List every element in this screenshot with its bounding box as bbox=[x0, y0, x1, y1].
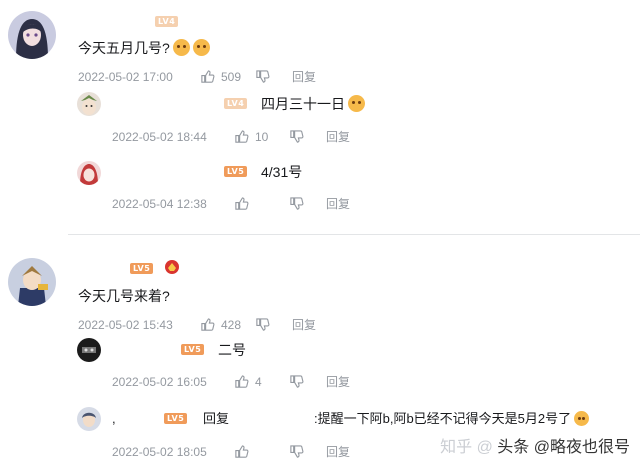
reply-text: :提醒一下阿b,阿b已经不记得今天是5月2号了 bbox=[314, 411, 572, 426]
thumbs-up-icon bbox=[235, 375, 249, 388]
timestamp: 2022-05-02 18:05 bbox=[112, 444, 207, 459]
cat-emoji-icon bbox=[192, 39, 210, 56]
like-button[interactable] bbox=[200, 69, 215, 84]
reply-button[interactable]: 回复 bbox=[292, 68, 316, 85]
avatar[interactable] bbox=[8, 258, 56, 306]
dislike-button[interactable] bbox=[289, 374, 304, 389]
like-button[interactable] bbox=[234, 444, 249, 459]
reply-text: 4/31号 bbox=[261, 164, 303, 180]
watermark-text: 头条 @略夜也很号 bbox=[497, 439, 630, 456]
thumbs-up-icon bbox=[235, 445, 249, 458]
dog-emoji-icon bbox=[348, 95, 365, 112]
dislike-button[interactable] bbox=[289, 196, 304, 211]
level-badge: LV4 bbox=[155, 16, 179, 27]
watermark-faint: 知乎 @ bbox=[440, 439, 493, 456]
timestamp: 2022-05-04 12:38 bbox=[112, 196, 207, 211]
avatar[interactable] bbox=[77, 338, 101, 362]
reply-button[interactable]: 回复 bbox=[326, 443, 350, 460]
like-count: 509 bbox=[221, 69, 242, 84]
reply-content: 4/31号 bbox=[261, 163, 302, 181]
like-button[interactable] bbox=[200, 317, 215, 332]
like-button[interactable] bbox=[234, 374, 249, 389]
timestamp: 2022-05-02 15:43 bbox=[78, 317, 173, 332]
like-button[interactable] bbox=[234, 196, 249, 211]
avatar[interactable] bbox=[77, 161, 101, 185]
thumbs-down-icon bbox=[290, 197, 304, 210]
like-count: 4 bbox=[255, 374, 262, 389]
reply-prefix: , bbox=[112, 411, 116, 426]
level-badge: LV5 bbox=[224, 166, 248, 177]
facepalm-emoji-icon bbox=[574, 411, 590, 426]
comment-content: 今天几号来着? bbox=[78, 287, 170, 305]
reply-text: 二号 bbox=[218, 342, 246, 358]
level-badge: LV5 bbox=[164, 413, 188, 424]
reply-content: :提醒一下阿b,阿b已经不记得今天是5月2号了 bbox=[314, 410, 590, 428]
thumbs-down-icon bbox=[290, 130, 304, 143]
reply-content: , bbox=[112, 410, 116, 428]
comment-text: 今天几号来着? bbox=[78, 288, 170, 304]
level-badge: LV4 bbox=[224, 98, 248, 109]
reply-button[interactable]: 回复 bbox=[326, 128, 350, 145]
dislike-button[interactable] bbox=[255, 317, 270, 332]
thumbs-down-icon bbox=[290, 445, 304, 458]
reply-meta: 2022-05-04 12:38 回复 bbox=[112, 195, 350, 212]
comment-content: 今天五月几号? bbox=[78, 39, 210, 57]
like-button[interactable] bbox=[234, 129, 249, 144]
timestamp: 2022-05-02 17:00 bbox=[78, 69, 173, 84]
thumbs-down-icon bbox=[256, 70, 270, 83]
level-badge: LV5 bbox=[130, 263, 154, 274]
watermark: 知乎 @ 头条 @略夜也很号 bbox=[440, 433, 630, 457]
level-badge: LV5 bbox=[181, 344, 205, 355]
thumbs-up-icon bbox=[235, 197, 249, 210]
avatar[interactable] bbox=[77, 92, 101, 116]
thumbs-up-icon bbox=[201, 318, 215, 331]
timestamp: 2022-05-02 16:05 bbox=[112, 374, 207, 389]
avatar[interactable] bbox=[8, 11, 56, 59]
comment-meta: 2022-05-02 15:43 428 回复 bbox=[78, 316, 316, 333]
reply-content: 二号 bbox=[218, 341, 246, 359]
reply-content: 四月三十一日 bbox=[261, 95, 365, 113]
reply-button[interactable]: 回复 bbox=[326, 195, 350, 212]
thumbs-down-icon bbox=[256, 318, 270, 331]
comment-divider bbox=[68, 234, 640, 235]
comment-text: 今天五月几号? bbox=[78, 40, 170, 56]
reply-button[interactable]: 回复 bbox=[292, 316, 316, 333]
dislike-button[interactable] bbox=[289, 129, 304, 144]
avatar[interactable] bbox=[77, 407, 101, 431]
reply-button[interactable]: 回复 bbox=[326, 373, 350, 390]
reply-meta: 2022-05-02 18:44 10 回复 bbox=[112, 128, 350, 145]
like-count: 10 bbox=[255, 129, 269, 144]
thumbs-up-icon bbox=[235, 130, 249, 143]
reply-text: 四月三十一日 bbox=[261, 96, 345, 112]
comment-meta: 2022-05-02 17:00 509 回复 bbox=[78, 68, 316, 85]
dislike-button[interactable] bbox=[289, 444, 304, 459]
thumbs-up-icon bbox=[201, 70, 215, 83]
cat-emoji-icon bbox=[172, 39, 190, 56]
fan-badge-icon bbox=[164, 259, 180, 275]
like-count: 428 bbox=[221, 317, 242, 332]
reply-meta: 2022-05-02 16:05 4 回复 bbox=[112, 373, 350, 390]
reply-to-label: 回复 bbox=[203, 411, 230, 426]
timestamp: 2022-05-02 18:44 bbox=[112, 129, 207, 144]
reply-content: 回复 bbox=[203, 410, 229, 428]
dislike-button[interactable] bbox=[255, 69, 270, 84]
thumbs-down-icon bbox=[290, 375, 304, 388]
reply-meta: 2022-05-02 18:05 回复 bbox=[112, 443, 350, 460]
